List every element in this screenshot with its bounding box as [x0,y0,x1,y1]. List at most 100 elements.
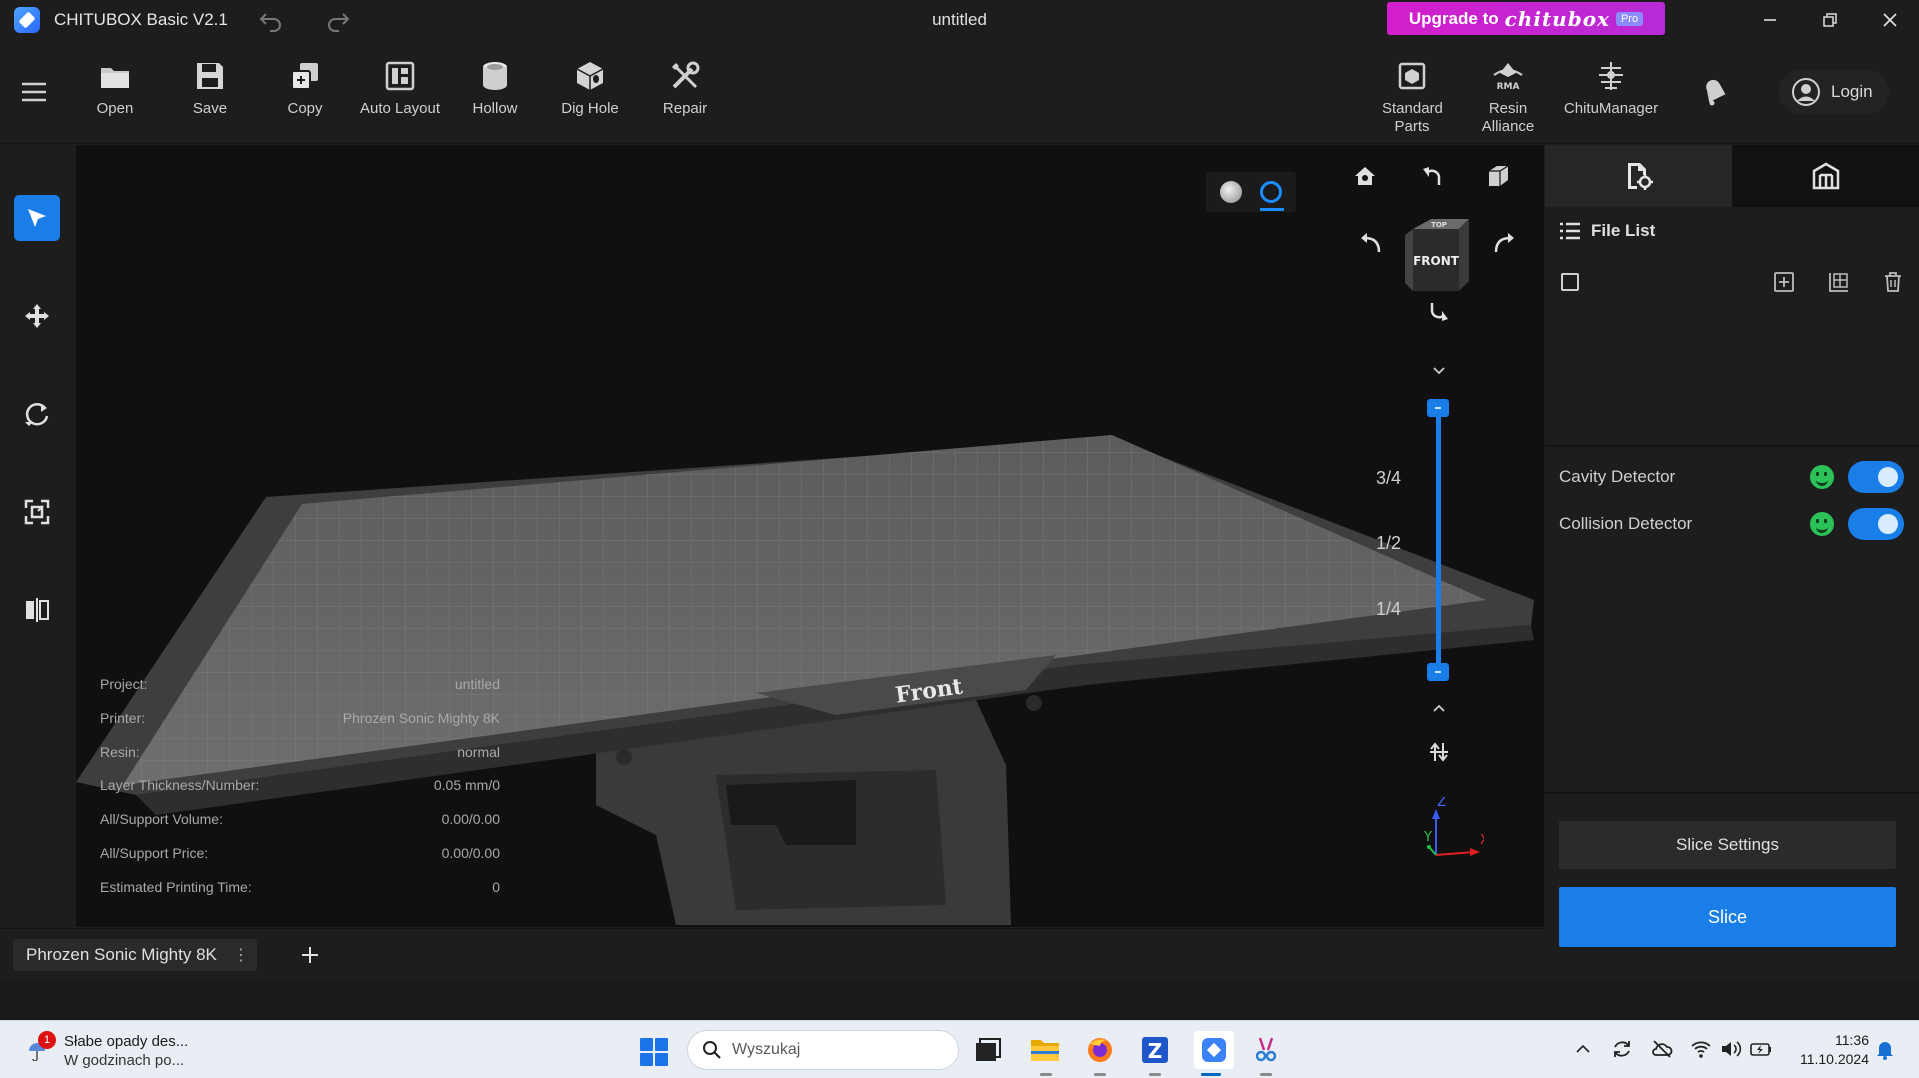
notifications-button[interactable] [1874,1038,1896,1060]
collision-detector-toggle[interactable] [1848,508,1904,540]
chitubox-window: CHITUBOX Basic V2.1 untitled Upgrade to … [0,0,1919,1020]
sync-tray-button[interactable] [1611,1038,1633,1060]
bell-icon [1706,79,1726,106]
rotate-view-right-button[interactable] [1488,230,1518,260]
undo-button[interactable] [258,8,284,32]
user-avatar-icon [1792,78,1820,106]
login-button[interactable]: Login [1779,70,1889,114]
axis-gizmo: Z X Y [1423,797,1484,856]
layer-slider-track[interactable] [1436,407,1441,669]
weather-line-2: W godzinach po... [64,1052,185,1069]
weather-alert-badge: 1 [38,1031,56,1049]
list-icon [1560,222,1580,240]
file-list-header: File List [1559,221,1655,241]
taskbar-clock[interactable]: 11:36 11.10.2024 [1791,1031,1869,1069]
curved-arrow-up-icon [1423,167,1441,185]
redo-button[interactable] [325,8,351,32]
select-all-checkbox[interactable] [1561,273,1579,291]
slider-mark-half: 1/2 [1376,533,1402,553]
svg-text:Z: Z [1148,1039,1163,1063]
home-view-button[interactable] [1350,161,1380,191]
vpn-tray-button[interactable] [1651,1038,1673,1060]
cavity-detector-toggle[interactable] [1848,461,1904,493]
add-file-button[interactable] [1771,269,1797,295]
printer-tab-more-button[interactable]: ⋮ [233,945,249,965]
solid-render-button[interactable] [1220,181,1242,203]
move-tool-button[interactable] [14,293,60,339]
info-value: normal [457,743,500,760]
minimize-button[interactable] [1750,4,1790,36]
z-app-button[interactable]: Z [1139,1034,1171,1066]
chitubox-taskbar-button[interactable] [1194,1031,1234,1069]
add-printer-tab-button[interactable] [295,940,325,970]
scale-tool-button[interactable] [14,489,60,535]
info-value: Phrozen Sonic Mighty 8K [342,709,500,726]
xray-render-button[interactable] [1260,181,1282,203]
tab-support[interactable] [1732,145,1919,207]
auto-layout-button[interactable]: Auto Layout [358,58,442,117]
snipping-tool-button[interactable] [1250,1034,1282,1066]
show-hidden-icons-button[interactable] [1572,1038,1594,1060]
rotate-view-left-button[interactable] [1357,230,1387,260]
layer-slider-top-handle[interactable] [1427,399,1449,417]
login-label: Login [1831,82,1873,101]
standard-parts-label: Standard Parts [1382,100,1443,135]
file-layout-button[interactable] [1826,269,1852,295]
view-cube[interactable]: TOP FRONT [1403,217,1475,297]
hollow-icon [477,58,513,94]
hollow-button[interactable]: Hollow [453,58,537,117]
app-title: CHITUBOX Basic V2.1 [54,10,228,29]
copy-button[interactable]: Copy [263,58,347,117]
select-tool-button[interactable] [14,195,60,241]
cloud-off-icon [1652,1040,1673,1058]
tab-file-settings[interactable] [1545,145,1732,207]
slice-settings-button[interactable]: Slice Settings [1559,821,1896,869]
task-view-button[interactable] [972,1034,1004,1066]
file-explorer-button[interactable] [1029,1034,1061,1066]
rotate-view-up-button[interactable] [1417,161,1447,191]
standard-parts-button[interactable]: Standard Parts [1370,58,1454,136]
mirror-tool-button[interactable] [14,587,60,633]
3d-viewport[interactable]: Front TOP FRONT 3/4 1/2 1/4 Z Y Project:… [76,145,1544,927]
dig-hole-button[interactable]: Dig Hole [548,58,632,117]
restore-button[interactable] [1810,4,1850,36]
firefox-button[interactable] [1084,1034,1116,1066]
slider-swap-button[interactable] [1424,737,1454,767]
weather-widget[interactable]: 1 Słabe opady des... W godzinach po... [22,1027,202,1073]
notification-bell-icon [1877,1042,1893,1060]
resin-alliance-button[interactable]: RMA Resin Alliance [1466,58,1550,136]
info-row-layer-thickness: Layer Thickness/Number: 0.05 mm/0 [100,777,500,811]
notification-bell-button[interactable] [1698,76,1730,108]
save-button[interactable]: Save [168,58,252,117]
speaker-icon [1722,1041,1742,1057]
scale-icon [24,499,50,525]
repair-button[interactable]: Repair [643,58,727,117]
layer-slider-bottom-handle[interactable] [1427,663,1449,681]
chitubox-brand-text: chitubox [1504,6,1610,31]
panel-divider [1545,445,1919,447]
rotate-tool-button[interactable] [14,391,60,437]
taskbar-search[interactable]: Wyszukaj [687,1030,959,1070]
windows-taskbar: 1 Słabe opady des... W godzinach po... W… [0,1020,1919,1078]
rotate-view-down-button[interactable] [1424,297,1454,327]
upgrade-pro-button[interactable]: Upgrade to chitubox Pro [1387,2,1665,35]
slider-expand-button[interactable] [1424,693,1454,723]
open-button[interactable]: Open [73,58,157,117]
resin-alliance-label: Resin Alliance [1481,100,1535,135]
printer-tab[interactable]: Phrozen Sonic Mighty 8K ⋮ [13,939,257,971]
folder-icon [1031,1040,1059,1061]
start-button[interactable] [640,1038,668,1066]
slice-button[interactable]: Slice [1559,887,1896,947]
battery-tray-button[interactable] [1750,1038,1772,1060]
chitumanager-button[interactable]: ChituManager [1561,58,1661,117]
right-panel: File List Cavity Detector Collision Dete… [1545,145,1919,947]
hamburger-menu-button[interactable] [20,80,48,104]
perspective-view-button[interactable] [1483,161,1513,191]
wifi-tray-button[interactable] [1690,1038,1712,1060]
close-button[interactable] [1870,4,1910,36]
cube-perspective-icon [1489,165,1509,186]
svg-text:RMA: RMA [1497,82,1520,91]
slider-collapse-button[interactable] [1424,356,1454,386]
delete-file-button[interactable] [1880,269,1906,295]
volume-tray-button[interactable] [1720,1038,1742,1060]
